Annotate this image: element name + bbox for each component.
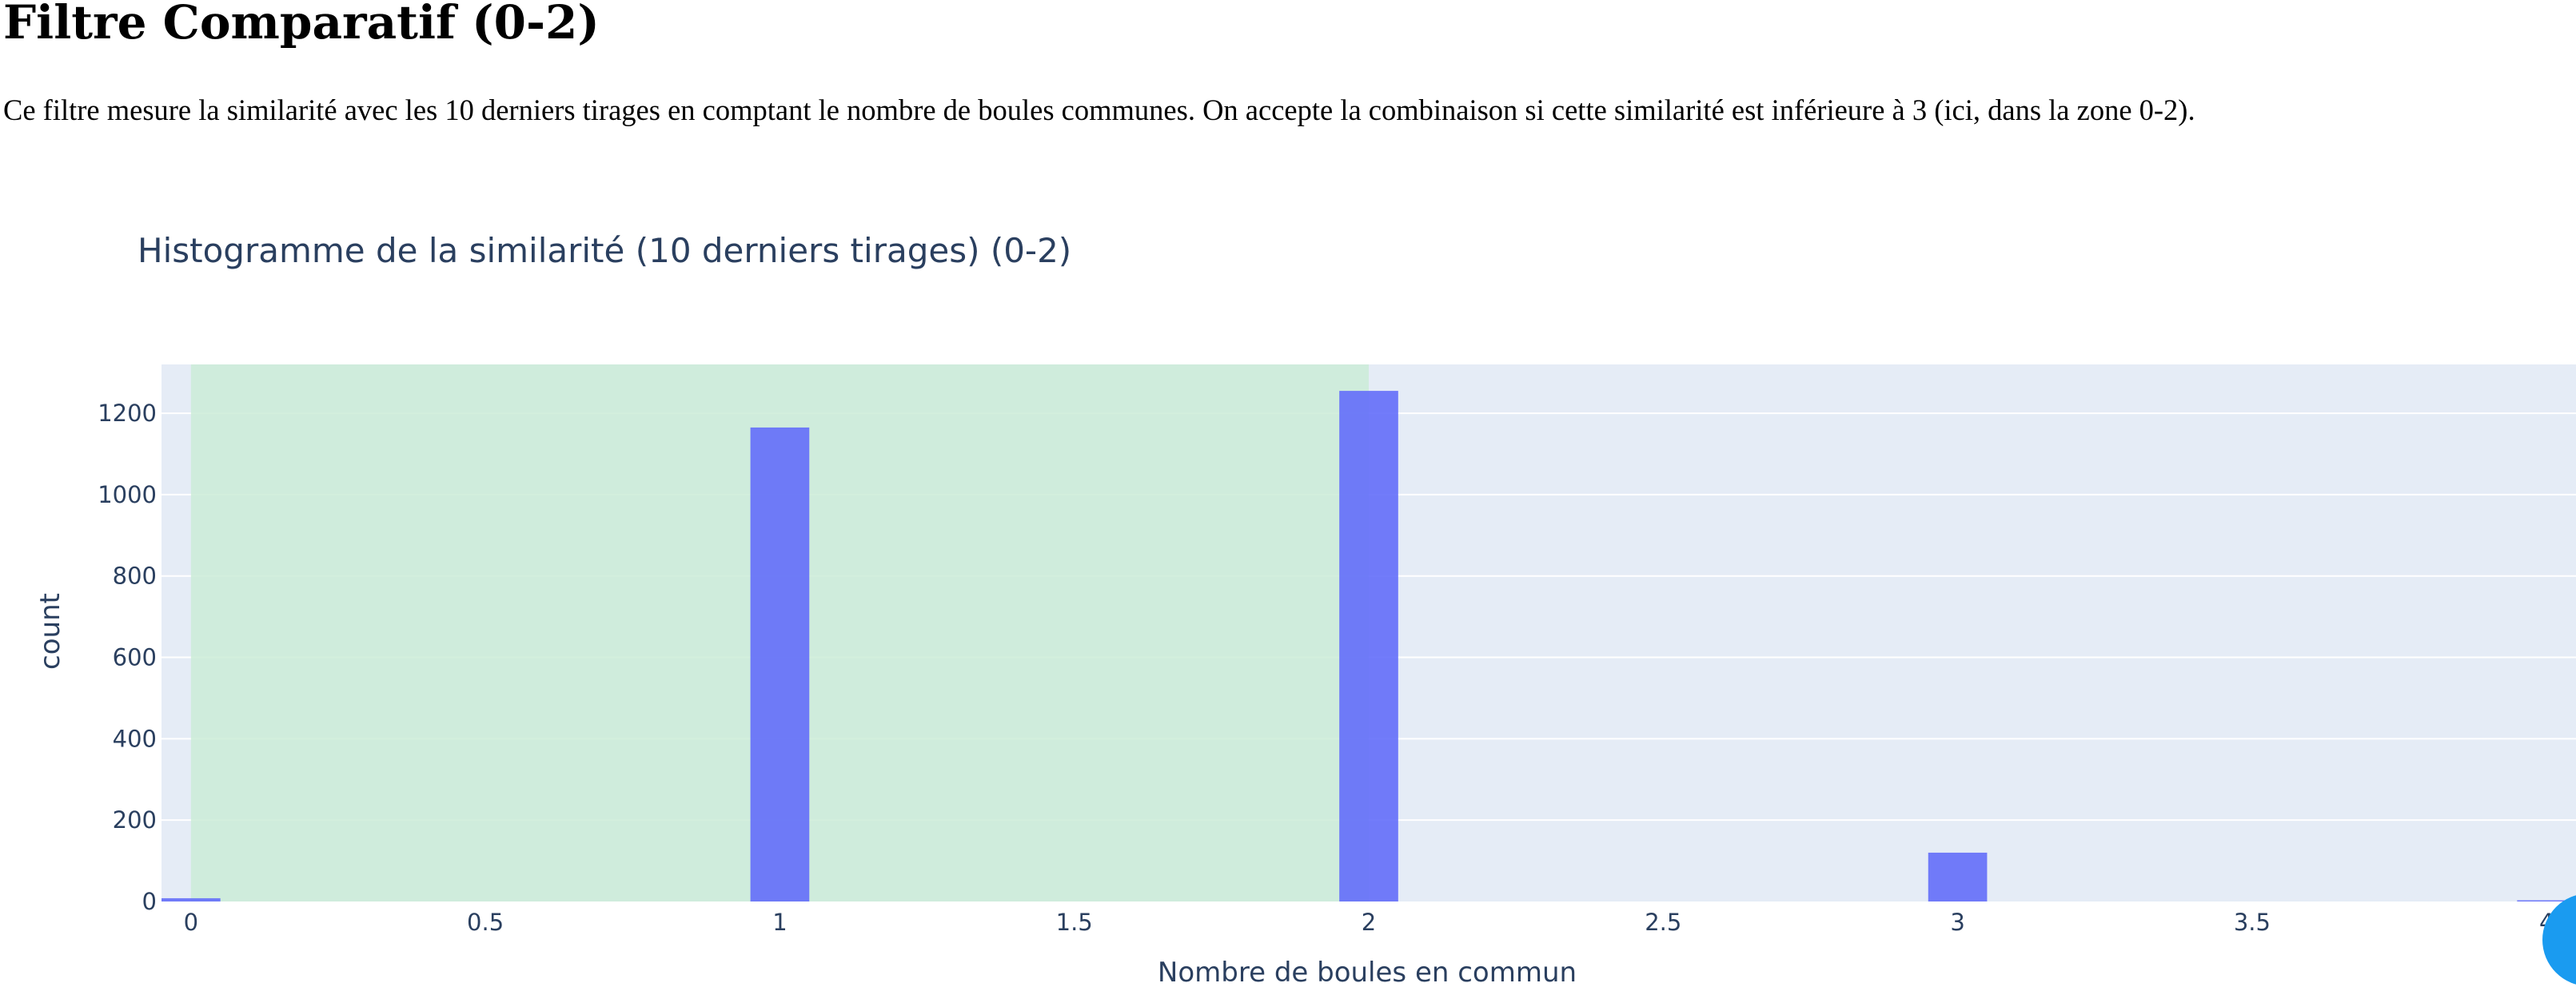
- x-tick-label: 2: [1362, 909, 1376, 936]
- y-tick-label: 200: [113, 806, 157, 834]
- x-axis-title: Nombre de boules en commun: [1158, 957, 1577, 989]
- y-axis-title: count: [34, 593, 66, 670]
- histogram-bar[interactable]: [1339, 391, 1398, 901]
- chart-title: Histogramme de la similarité (10 dernier…: [138, 231, 1071, 270]
- y-tick-label: 1000: [98, 481, 157, 508]
- page: Filtre Comparatif (0-2) Ce filtre mesure…: [0, 0, 2576, 991]
- y-tick-label: 400: [113, 725, 157, 752]
- histogram-bar[interactable]: [161, 897, 221, 901]
- similarity-histogram-chart: Histogramme de la similarité (10 dernier…: [34, 231, 2576, 989]
- x-tick-label: 3: [1950, 909, 1964, 936]
- x-tick-label: 0.5: [467, 909, 504, 936]
- y-tick-label: 1200: [98, 400, 157, 427]
- x-tick-label: 2.5: [1645, 909, 1681, 936]
- x-tick-label: 1: [772, 909, 787, 936]
- y-tick-label: 800: [113, 563, 157, 590]
- x-tick-label: 3.5: [2234, 909, 2271, 936]
- y-tick-label: 0: [142, 888, 157, 915]
- histogram-bar[interactable]: [1928, 852, 1988, 901]
- histogram-bar[interactable]: [750, 427, 810, 901]
- y-tick-label: 600: [113, 644, 157, 671]
- x-tick-labels: 00.511.522.533.54: [184, 909, 2554, 936]
- y-tick-labels: 0 200 400 600 800 1000 1200: [98, 400, 157, 915]
- x-tick-label: 1.5: [1056, 909, 1093, 936]
- x-tick-label: 0: [184, 909, 198, 936]
